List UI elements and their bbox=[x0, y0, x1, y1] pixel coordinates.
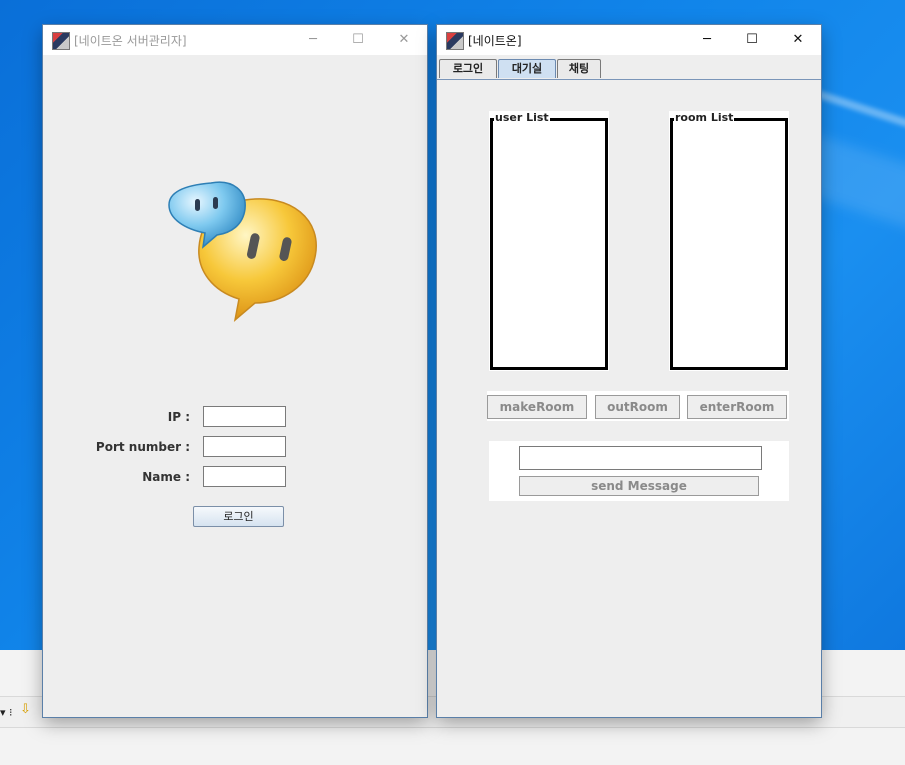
login-button[interactable]: 로그인 bbox=[193, 506, 284, 527]
window-title: [네이트온] bbox=[468, 34, 522, 48]
tab-login[interactable]: 로그인 bbox=[439, 59, 497, 78]
name-label: Name : bbox=[142, 470, 190, 484]
room-list-label: room List bbox=[674, 111, 735, 124]
java-app-icon bbox=[446, 32, 464, 50]
room-list[interactable] bbox=[670, 118, 788, 370]
user-list-label: user List bbox=[494, 111, 550, 124]
port-label: Port number : bbox=[95, 440, 190, 454]
download-arrow-icon: ⇩ bbox=[20, 702, 31, 717]
user-list-panel[interactable]: user List bbox=[489, 111, 609, 371]
tab-strip: 로그인 대기실 채팅 bbox=[437, 55, 821, 80]
ip-input[interactable] bbox=[203, 406, 286, 427]
title-bar[interactable]: [네이트온] ─ ☐ ✕ bbox=[437, 25, 821, 55]
port-input[interactable] bbox=[203, 436, 286, 457]
window-title: [네이트온 서버관리자] bbox=[74, 34, 187, 48]
server-manager-window: [네이트온 서버관리자] ─ ☐ ✕ IP : Port number : Na… bbox=[43, 25, 427, 717]
tab-chat[interactable]: 채팅 bbox=[557, 59, 601, 78]
make-room-button[interactable]: makeRoom bbox=[487, 395, 587, 419]
java-app-icon bbox=[52, 32, 70, 50]
out-room-button[interactable]: outRoom bbox=[595, 395, 680, 419]
user-list[interactable] bbox=[490, 118, 608, 370]
maximize-icon[interactable]: ☐ bbox=[742, 30, 762, 50]
message-panel: send Message bbox=[489, 441, 789, 501]
message-input[interactable] bbox=[519, 446, 762, 470]
room-button-panel: makeRoom outRoom enterRoom bbox=[487, 391, 789, 421]
maximize-icon[interactable]: ☐ bbox=[348, 30, 368, 50]
nateon-client-window: [네이트온] ─ ☐ ✕ 로그인 대기실 채팅 user List room L… bbox=[437, 25, 821, 717]
send-message-button[interactable]: send Message bbox=[519, 476, 759, 496]
ip-label: IP : bbox=[167, 410, 190, 424]
dropdown-arrow-icon: ▾ ⁝ bbox=[0, 706, 13, 719]
close-icon[interactable]: ✕ bbox=[394, 30, 414, 50]
close-icon[interactable]: ✕ bbox=[788, 30, 808, 50]
nateon-logo-icon bbox=[168, 181, 317, 322]
minimize-icon[interactable]: ─ bbox=[303, 30, 323, 50]
name-input[interactable] bbox=[203, 466, 286, 487]
room-list-panel[interactable]: room List bbox=[669, 111, 789, 371]
enter-room-button[interactable]: enterRoom bbox=[687, 395, 787, 419]
tab-waiting-room[interactable]: 대기실 bbox=[498, 59, 556, 78]
title-bar[interactable]: [네이트온 서버관리자] ─ ☐ ✕ bbox=[43, 25, 427, 55]
minimize-icon[interactable]: ─ bbox=[697, 30, 717, 50]
